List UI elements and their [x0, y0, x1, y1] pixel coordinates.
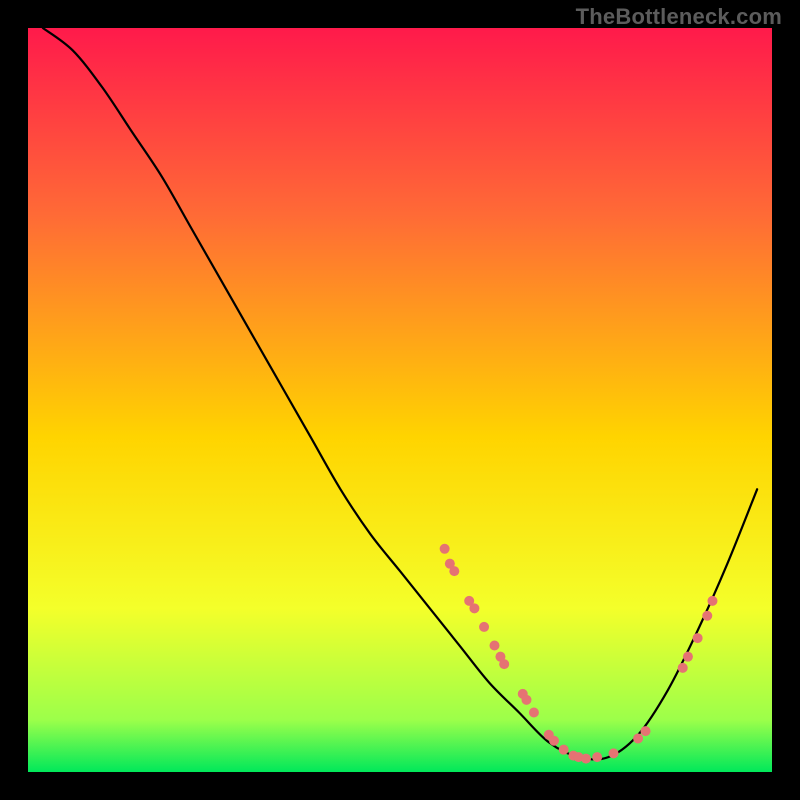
data-point-marker	[549, 736, 559, 746]
data-point-marker	[707, 596, 717, 606]
data-point-marker	[499, 659, 509, 669]
data-point-marker	[693, 633, 703, 643]
data-point-marker	[559, 745, 569, 755]
data-point-marker	[641, 726, 651, 736]
data-point-marker	[581, 754, 591, 764]
watermark-text: TheBottleneck.com	[576, 4, 782, 30]
chart-container: TheBottleneck.com	[0, 0, 800, 800]
data-point-marker	[609, 748, 619, 758]
data-point-marker	[449, 566, 459, 576]
data-point-marker	[469, 603, 479, 613]
data-point-marker	[529, 707, 539, 717]
chart-svg	[28, 28, 772, 772]
data-point-marker	[678, 663, 688, 673]
data-point-marker	[479, 622, 489, 632]
data-point-marker	[440, 544, 450, 554]
data-point-marker	[489, 641, 499, 651]
data-point-marker	[702, 611, 712, 621]
plot-background	[28, 28, 772, 772]
data-point-marker	[521, 695, 531, 705]
data-point-marker	[683, 652, 693, 662]
data-point-marker	[592, 752, 602, 762]
data-point-marker	[633, 734, 643, 744]
